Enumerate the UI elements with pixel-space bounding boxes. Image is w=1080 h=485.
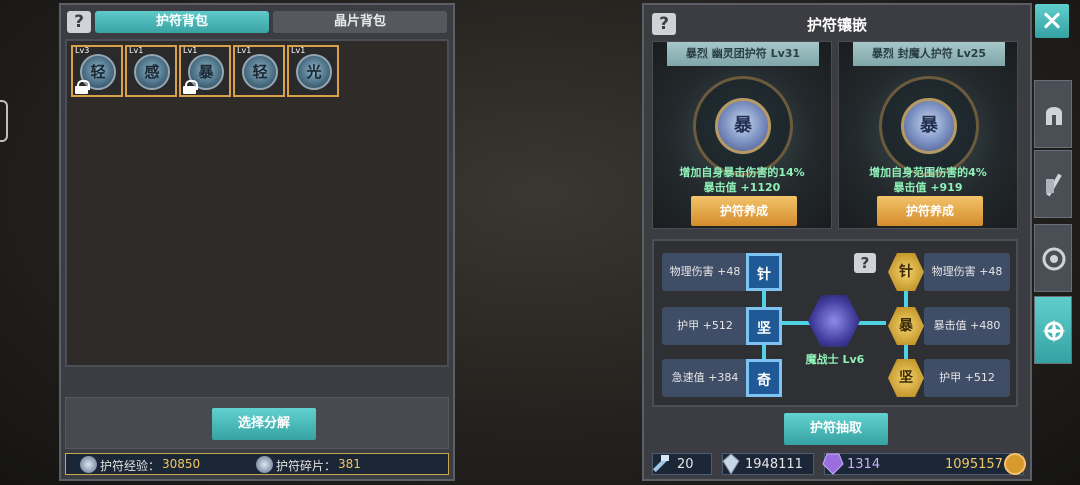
action-area: 选择分解 [65, 397, 449, 449]
edge-handle[interactable] [0, 100, 8, 142]
gold-coin-icon [1004, 453, 1026, 475]
currency-value: 1948111 [745, 457, 803, 472]
charm-orb-icon: 感 [134, 54, 170, 90]
charm-upgrade-button[interactable]: 护符养成 [691, 196, 797, 226]
lock-icon [183, 80, 198, 94]
charm-inventory-panel: ? 护符背包 晶片背包 Lv3 轻 Lv1 感 Lv1 暴 Lv1 轻 Lv1 … [59, 3, 455, 481]
slot-level: Lv1 [237, 46, 252, 55]
stat-box: 暴击值 +480 [924, 307, 1010, 345]
chip-socket-icon[interactable]: 针 [888, 253, 924, 291]
charm-effect: 增加自身范围伤害的4% [869, 166, 987, 179]
side-tab-charm[interactable] [1034, 296, 1072, 364]
compass-icon [1042, 319, 1066, 343]
chip-socket-icon[interactable]: 奇 [746, 359, 782, 397]
charm-gem-icon: 暴 [901, 98, 957, 154]
side-tab-helmet[interactable] [1034, 80, 1072, 148]
slot-level: Lv1 [183, 46, 198, 55]
stat-box: 物理伤害 +48 [662, 253, 748, 291]
side-tab-target[interactable] [1034, 224, 1072, 292]
charm-effect: 增加自身暴击伤害的14% [679, 166, 805, 179]
slot-level: Lv3 [75, 46, 90, 55]
chip-socket-board: 物理伤害 +48 护甲 +512 急速值 +384 针 坚 奇 魔战士 Lv6 … [652, 239, 1018, 407]
select-decompose-button[interactable]: 选择分解 [212, 408, 316, 440]
stat-box: 护甲 +512 [924, 359, 1010, 397]
charm-exp-label: 护符经验： [100, 459, 161, 473]
side-tab-equipment[interactable] [1034, 150, 1072, 218]
panel-title: 护符镶嵌 [806, 16, 867, 34]
charm-inlay-panel: ? 护符镶嵌 暴烈 幽灵团护符 Lv31 暴 增加自身暴击伤害的14% 暴击值 … [642, 3, 1032, 481]
purple-gem-icon [822, 453, 844, 475]
crystal-icon [722, 453, 740, 475]
currency-item: 1948111 [722, 453, 814, 475]
help-icon[interactable]: ? [67, 11, 91, 33]
inventory-slot[interactable]: Lv1 感 [125, 45, 177, 97]
charm-name: 暴烈 幽灵团护符 Lv31 [667, 42, 819, 66]
currency-item: 1314 1095157 [822, 453, 1026, 475]
charm-upgrade-button[interactable]: 护符养成 [877, 196, 983, 226]
chip-socket-icon[interactable]: 暴 [888, 307, 924, 345]
slot-level: Lv1 [129, 46, 144, 55]
charm-name: 暴烈 封魔人护符 Lv25 [853, 42, 1005, 66]
inventory-slot[interactable]: Lv1 光 [287, 45, 339, 97]
currency-value: 1095157 [945, 457, 1003, 472]
stat-box: 物理伤害 +48 [924, 253, 1010, 291]
inventory-slot[interactable]: Lv1 暴 [179, 45, 231, 97]
inventory-grid: Lv3 轻 Lv1 感 Lv1 暴 Lv1 轻 Lv1 光 [65, 39, 449, 367]
charm-shard-icon [256, 456, 273, 473]
glove-sword-icon [1046, 173, 1062, 197]
currency-item: 20 [652, 453, 712, 475]
charm-exp-value: 30850 [162, 457, 201, 471]
close-icon[interactable] [1035, 4, 1069, 38]
charm-orb-icon: 光 [296, 54, 332, 90]
class-core-icon[interactable] [808, 295, 860, 347]
tab-chip-bag[interactable]: 晶片背包 [273, 11, 447, 33]
chip-socket-icon[interactable]: 坚 [888, 359, 924, 397]
charm-resource-bar: 护符经验： 30850 护符碎片： 381 [65, 453, 449, 475]
charm-extract-button[interactable]: 护符抽取 [784, 413, 888, 445]
tab-charm-bag[interactable]: 护符背包 [95, 11, 269, 33]
stat-box: 急速值 +384 [662, 359, 748, 397]
charm-gem-icon: 暴 [715, 98, 771, 154]
help-icon[interactable]: ? [854, 253, 876, 273]
helmet-icon [1046, 107, 1062, 125]
charm-card[interactable]: 暴烈 封魔人护符 Lv25 暴 增加自身范围伤害的4% 暴击值 +919 护符养… [838, 41, 1018, 229]
class-level-label: 魔战士 Lv6 [805, 353, 865, 366]
charm-shard-label: 护符碎片： [276, 459, 337, 473]
inventory-slot[interactable]: Lv1 轻 [233, 45, 285, 97]
currency-value: 1314 [847, 457, 881, 472]
charm-orb-icon: 轻 [242, 54, 278, 90]
hammer-icon [652, 455, 669, 473]
currency-value: 20 [677, 457, 694, 472]
charm-card[interactable]: 暴烈 幽灵团护符 Lv31 暴 增加自身暴击伤害的14% 暴击值 +1120 护… [652, 41, 832, 229]
charm-shard-value: 381 [338, 457, 361, 471]
chip-socket-icon[interactable]: 针 [746, 253, 782, 291]
target-icon [1042, 247, 1066, 271]
charm-bonus: 暴击值 +1120 [703, 181, 781, 194]
lock-icon [75, 80, 90, 94]
charm-exp-icon [80, 456, 97, 473]
slot-level: Lv1 [291, 46, 306, 55]
stat-box: 护甲 +512 [662, 307, 748, 345]
charm-bonus: 暴击值 +919 [893, 181, 963, 194]
chip-socket-icon[interactable]: 坚 [746, 307, 782, 345]
inventory-slot[interactable]: Lv3 轻 [71, 45, 123, 97]
